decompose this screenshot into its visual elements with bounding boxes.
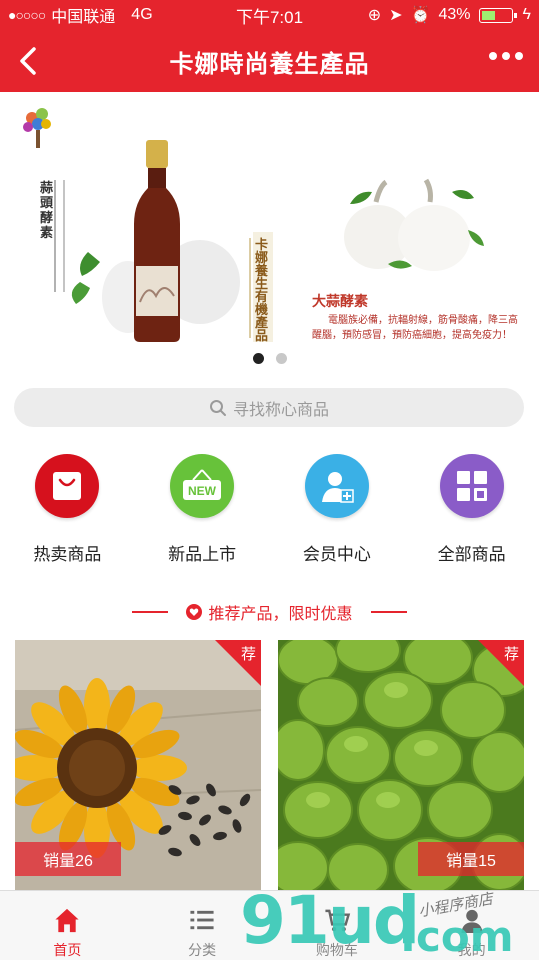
recommend-tag-label: 荐 <box>503 646 519 663</box>
search-section: 寻找称心商品 <box>0 374 539 440</box>
product-card[interactable]: 荐 销量26 <box>15 640 261 890</box>
page-title: 卡娜時尚養生產品 <box>169 50 370 78</box>
product-card[interactable]: 荐 销量15 <box>278 640 524 890</box>
carrier-label: 中国联通 <box>51 9 116 26</box>
tab-bar: 首页 分类 购物车 我的 <box>0 890 539 960</box>
category-grid: 热卖商品 NEW 新品上市 会员中心 全部商品 <box>0 440 539 586</box>
carousel-dot[interactable] <box>252 353 264 364</box>
tab-label: 购物车 <box>315 942 358 958</box>
battery-icon <box>478 7 517 23</box>
carousel-dot[interactable] <box>275 353 287 364</box>
navbar: 卡娜時尚養生產品 <box>0 30 539 92</box>
tab-label: 分类 <box>188 942 217 958</box>
recommend-header: 推荐产品，限时优惠 <box>0 586 539 638</box>
heart-icon <box>186 604 203 620</box>
banner-right-title: 大蒜酵素 <box>312 293 368 309</box>
tab-home[interactable]: 首页 <box>0 891 135 960</box>
category-label: 热卖商品 <box>33 545 102 564</box>
list-icon <box>190 910 214 930</box>
tab-label: 我的 <box>457 942 486 958</box>
category-new[interactable]: NEW 新品上市 <box>135 440 270 586</box>
banner-right-desc-2: 醒腦，預防感冒，預防癌細胞，提高免疫力！ <box>312 330 512 341</box>
status-bar: ●○○○○ 中国联通 4G 下午7:01 ⊕ ➤ ⏰ 43% ϟ <box>0 0 539 30</box>
carousel-dots[interactable] <box>0 353 539 364</box>
divider <box>132 611 169 613</box>
divider <box>370 611 407 613</box>
recommend-tag-label: 荐 <box>240 646 256 663</box>
chevron-left-icon[interactable] <box>14 44 44 78</box>
category-label: 全部商品 <box>437 545 506 564</box>
product-list: 荐 销量26 荐 销量15 <box>0 638 539 890</box>
recommend-title: 推荐产品，限时优惠 <box>208 606 353 623</box>
category-label: 会员中心 <box>302 545 371 564</box>
signal-dots-icon: ●○○○○ <box>8 7 46 23</box>
tree-logo-icon <box>23 108 51 148</box>
tab-category[interactable]: 分类 <box>135 891 270 960</box>
category-label: 新品上市 <box>168 545 237 564</box>
search-placeholder: 寻找称心商品 <box>232 401 329 419</box>
tab-cart[interactable]: 购物车 <box>270 891 405 960</box>
grid-icon <box>439 454 504 518</box>
banner-left-title: 蒜頭酵素 <box>40 180 54 240</box>
rotation-lock-icon: ⊕ <box>367 7 382 24</box>
more-dots-icon[interactable] <box>489 52 523 60</box>
alarm-icon: ⏰ <box>410 7 431 24</box>
shopping-bag-icon <box>35 454 100 518</box>
network-label: 4G <box>131 6 153 23</box>
home-icon <box>55 908 79 933</box>
cart-icon <box>325 909 351 932</box>
banner-carousel[interactable]: 蒜頭酵素 卡娜養生有機產品 大蒜酵素 電腦族必備，抗輻射線，筋骨酸痛，降三高 醒… <box>0 92 539 374</box>
location-icon: ➤ <box>389 7 403 24</box>
new-badge-icon: NEW <box>170 454 235 518</box>
charging-icon: ϟ <box>522 6 531 23</box>
banner-bottle-label: 卡娜養生有機產品 <box>255 237 269 343</box>
search-input[interactable]: 寻找称心商品 <box>14 388 524 427</box>
battery-percent: 43% <box>438 6 471 23</box>
tab-label: 首页 <box>53 942 82 958</box>
search-icon <box>209 399 226 416</box>
sales-badge: 销量26 <box>15 842 121 876</box>
category-member[interactable]: 会员中心 <box>270 440 405 586</box>
tab-mine[interactable]: 我的 <box>404 891 539 960</box>
member-icon <box>304 454 369 518</box>
svg-text:NEW: NEW <box>188 484 217 498</box>
sales-badge: 销量15 <box>418 842 524 876</box>
category-all[interactable]: 全部商品 <box>404 440 539 586</box>
user-icon <box>461 909 483 934</box>
category-hot[interactable]: 热卖商品 <box>0 440 135 586</box>
banner-right-desc-1: 電腦族必備，抗輻射線，筋骨酸痛，降三高 <box>328 315 518 326</box>
